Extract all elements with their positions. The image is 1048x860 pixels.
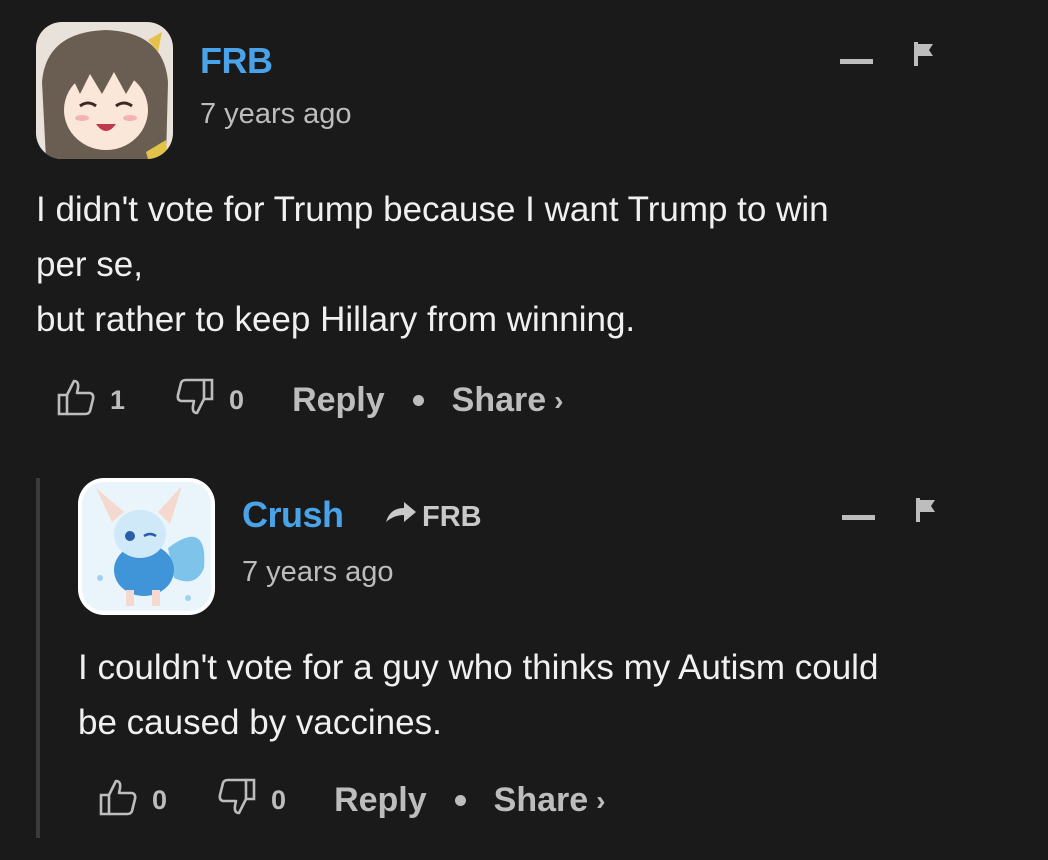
downvote-count: 0 [229, 385, 245, 415]
reply-to[interactable]: FRB [384, 500, 482, 534]
upvote-button[interactable]: 0 [98, 778, 167, 823]
downvote-button[interactable]: 0 [175, 378, 244, 423]
reply-to-name[interactable]: FRB [422, 501, 482, 534]
comment-text: I didn't vote for Trump because I want T… [36, 190, 829, 339]
avatar[interactable] [36, 22, 173, 159]
upvote-count: 0 [152, 785, 168, 815]
thumbs-up-icon [56, 378, 96, 423]
upvote-count: 1 [110, 385, 126, 415]
share-button[interactable]: Share › [452, 381, 564, 420]
thumbs-down-icon [175, 378, 215, 423]
author-name[interactable]: Crush [242, 494, 344, 536]
thumbs-down-icon [217, 778, 257, 823]
timestamp[interactable]: 7 years ago [242, 556, 394, 589]
reply-button[interactable]: Reply [292, 381, 385, 420]
upvote-button[interactable]: 1 [56, 378, 125, 423]
separator-dot [412, 395, 424, 406]
comment-actions: 0 0 Reply Share › [98, 778, 605, 823]
reply-button[interactable]: Reply [334, 781, 427, 820]
minus-icon[interactable] [840, 59, 873, 64]
downvote-button[interactable]: 0 [217, 778, 286, 823]
thumbs-up-icon [98, 778, 138, 823]
comment-actions: 1 0 Reply Share › [56, 378, 563, 423]
minus-icon[interactable] [842, 515, 875, 520]
share-label: Share [493, 781, 589, 819]
share-button[interactable]: Share › [494, 781, 606, 820]
separator-dot [454, 795, 466, 806]
comment-text: I couldn't vote for a guy who thinks my … [78, 648, 879, 742]
flag-icon[interactable] [913, 42, 935, 71]
reply-arrow-icon [384, 500, 418, 534]
thread-line [36, 478, 40, 838]
share-label: Share [451, 381, 547, 419]
flag-icon[interactable] [915, 498, 937, 527]
chevron-right-icon: › [554, 384, 564, 416]
downvote-count: 0 [271, 785, 287, 815]
chevron-right-icon: › [596, 784, 606, 816]
author-name[interactable]: FRB [200, 40, 273, 82]
timestamp[interactable]: 7 years ago [200, 98, 352, 131]
avatar[interactable] [78, 478, 215, 615]
